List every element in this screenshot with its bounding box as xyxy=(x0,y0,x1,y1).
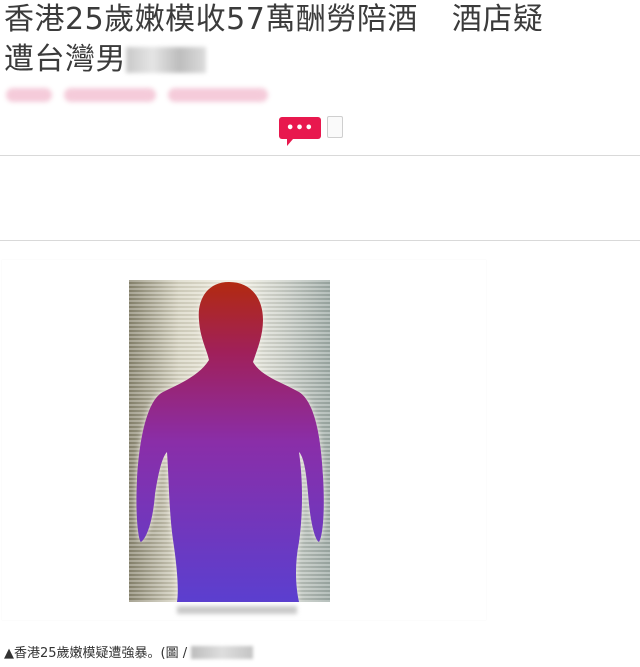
image-caption: ▲香港25歲嫩模疑遭強暴。(圖 / xyxy=(4,644,254,664)
redacted-name-blur xyxy=(126,47,206,73)
photo-credit-blur xyxy=(177,606,297,614)
headline-part-1: 香港25歲嫩模收57萬酬勞陪酒 xyxy=(4,2,418,37)
comment-button[interactable]: ••• xyxy=(279,117,321,146)
article-headline: 香港25歲嫩模收57萬酬勞陪酒 酒店疑 遭台灣男 xyxy=(4,0,640,80)
byline-blur xyxy=(168,88,268,102)
silhouette-figure xyxy=(136,282,324,602)
speech-bubble-icon: ••• xyxy=(286,120,314,136)
bookmark-icon[interactable] xyxy=(327,116,343,138)
headline-part-2: 酒店疑 xyxy=(451,2,544,37)
divider-bottom xyxy=(0,240,640,241)
headline-part-3: 遭台灣男 xyxy=(4,42,126,77)
divider-top xyxy=(0,155,640,156)
byline-blur xyxy=(6,88,52,102)
article-photo xyxy=(129,280,330,602)
caption-source-blur xyxy=(191,646,254,659)
article-figure xyxy=(2,260,486,620)
image-caption-text: ▲香港25歲嫩模疑遭強暴。(圖 / xyxy=(4,646,188,661)
byline-blur xyxy=(64,88,156,102)
